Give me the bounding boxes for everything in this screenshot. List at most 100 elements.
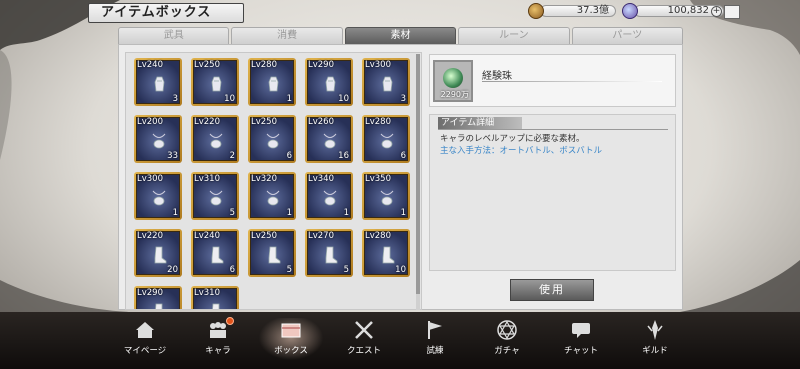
nav-label: 試練 [426, 346, 444, 356]
material-item[interactable]: Lv340 1 [305, 172, 353, 220]
item-frame: Lv250 10 [193, 60, 237, 104]
scroll-bag-icon [325, 76, 336, 92]
material-item[interactable]: Lv310 [191, 286, 239, 309]
item-frame: Lv250 6 [250, 117, 294, 161]
name-divider [482, 81, 662, 82]
material-item[interactable]: Lv300 1 [134, 172, 182, 220]
item-frame: Lv280 1 [250, 60, 294, 104]
boot-icon [325, 246, 338, 264]
grid-scrollbar[interactable] [416, 54, 420, 310]
item-level: Lv250 [251, 231, 277, 241]
tab-4[interactable]: パーツ [571, 27, 684, 44]
item-count: 10 [395, 265, 406, 275]
item-level: Lv280 [365, 117, 391, 127]
item-frame: Lv240 3 [136, 60, 180, 104]
material-item[interactable]: Lv250 10 [191, 58, 239, 106]
material-item[interactable]: Lv320 1 [248, 172, 296, 220]
nav-label: ギルド [642, 346, 668, 356]
item-level: Lv250 [194, 60, 220, 70]
selected-item-count: 2290万 [440, 90, 469, 99]
item-count: 1 [172, 208, 178, 218]
scroll-thumb[interactable] [416, 54, 420, 294]
chat-icon [572, 323, 590, 338]
item-frame: Lv250 5 [250, 231, 294, 275]
add-gems-button[interactable]: + [711, 5, 722, 17]
item-level: Lv220 [137, 231, 163, 241]
material-item[interactable]: Lv290 [134, 286, 182, 309]
tab-0[interactable]: 武具 [118, 27, 230, 44]
item-frame: Lv310 [193, 288, 237, 309]
item-frame: Lv280 6 [364, 117, 408, 161]
material-item[interactable]: Lv220 2 [191, 115, 239, 163]
pendant-icon [152, 133, 166, 149]
material-item[interactable]: Lv290 10 [305, 58, 353, 106]
item-count: 3 [172, 94, 178, 104]
nav-label: マイページ [123, 346, 167, 356]
material-item[interactable]: Lv250 5 [248, 229, 296, 277]
nav-label: チャット [564, 346, 598, 356]
tab-2[interactable]: 素材 [344, 27, 457, 44]
nav-hexagram[interactable]: ガチャ [472, 318, 542, 362]
material-item[interactable]: Lv200 33 [134, 115, 182, 163]
tab-1[interactable]: 消費 [231, 27, 343, 44]
item-frame: Lv290 10 [307, 60, 351, 104]
nav-box[interactable]: ボックス [256, 318, 326, 362]
item-frame: Lv290 [136, 288, 180, 309]
material-item[interactable]: Lv350 1 [362, 172, 410, 220]
selected-item-name: 経験珠 [482, 71, 512, 82]
nav-label: クエスト [346, 346, 381, 356]
gem-currency: 100,832 + [622, 3, 724, 19]
material-item[interactable]: Lv240 6 [191, 229, 239, 277]
item-count: 1 [286, 208, 292, 218]
item-count: 1 [400, 208, 406, 218]
material-item[interactable]: Lv280 10 [362, 229, 410, 277]
gold-amount: 37.3億 [540, 5, 616, 17]
item-frame: Lv220 2 [193, 117, 237, 161]
material-item[interactable]: Lv310 5 [191, 172, 239, 220]
nav-crossed-swords[interactable]: クエスト [329, 318, 399, 362]
crossed-swords-icon [355, 321, 373, 339]
item-level: Lv220 [194, 117, 220, 127]
item-frame: Lv300 1 [136, 174, 180, 218]
pendant-icon [209, 190, 223, 206]
gem-icon [622, 3, 638, 19]
item-level: Lv310 [194, 174, 220, 184]
category-tabs: 武具 消費 素材 ルーン パーツ [118, 27, 684, 44]
house-icon [136, 322, 154, 338]
item-level: Lv280 [251, 60, 277, 70]
item-level: Lv290 [137, 288, 163, 298]
use-button[interactable]: 使用 [510, 279, 594, 301]
item-count: 5 [286, 265, 292, 275]
material-item[interactable]: Lv270 5 [305, 229, 353, 277]
material-item[interactable]: Lv280 6 [362, 115, 410, 163]
item-frame: Lv270 5 [307, 231, 351, 275]
pendant-icon [323, 133, 337, 149]
item-count: 1 [343, 208, 349, 218]
material-item[interactable]: Lv260 16 [305, 115, 353, 163]
hexagram-icon [497, 320, 517, 340]
nav-flag[interactable]: 試練 [400, 318, 470, 362]
nav-house[interactable]: マイページ [110, 318, 180, 362]
nav-characters[interactable]: キャラ [183, 317, 253, 362]
mail-icon[interactable] [724, 5, 740, 19]
nav-guild-emblem[interactable]: ギルド [620, 318, 690, 362]
nav-label: ボックス [274, 346, 308, 356]
tab-3[interactable]: ルーン [458, 27, 570, 44]
item-level: Lv260 [308, 117, 334, 127]
boot-icon [154, 246, 167, 264]
experience-orb-icon [443, 68, 463, 88]
selected-item-icon: 2290万 [433, 60, 473, 102]
material-item[interactable]: Lv300 3 [362, 58, 410, 106]
item-frame: Lv280 10 [364, 231, 408, 275]
nav-chat[interactable]: チャット [546, 318, 616, 362]
material-item[interactable]: Lv220 20 [134, 229, 182, 277]
material-item[interactable]: Lv280 1 [248, 58, 296, 106]
detail-divider [438, 129, 668, 130]
item-count: 6 [286, 151, 292, 161]
item-level: Lv280 [365, 231, 391, 241]
material-item[interactable]: Lv250 6 [248, 115, 296, 163]
item-level: Lv290 [308, 60, 334, 70]
material-item[interactable]: Lv240 3 [134, 58, 182, 106]
item-level: Lv300 [137, 174, 163, 184]
item-count: 1 [286, 94, 292, 104]
